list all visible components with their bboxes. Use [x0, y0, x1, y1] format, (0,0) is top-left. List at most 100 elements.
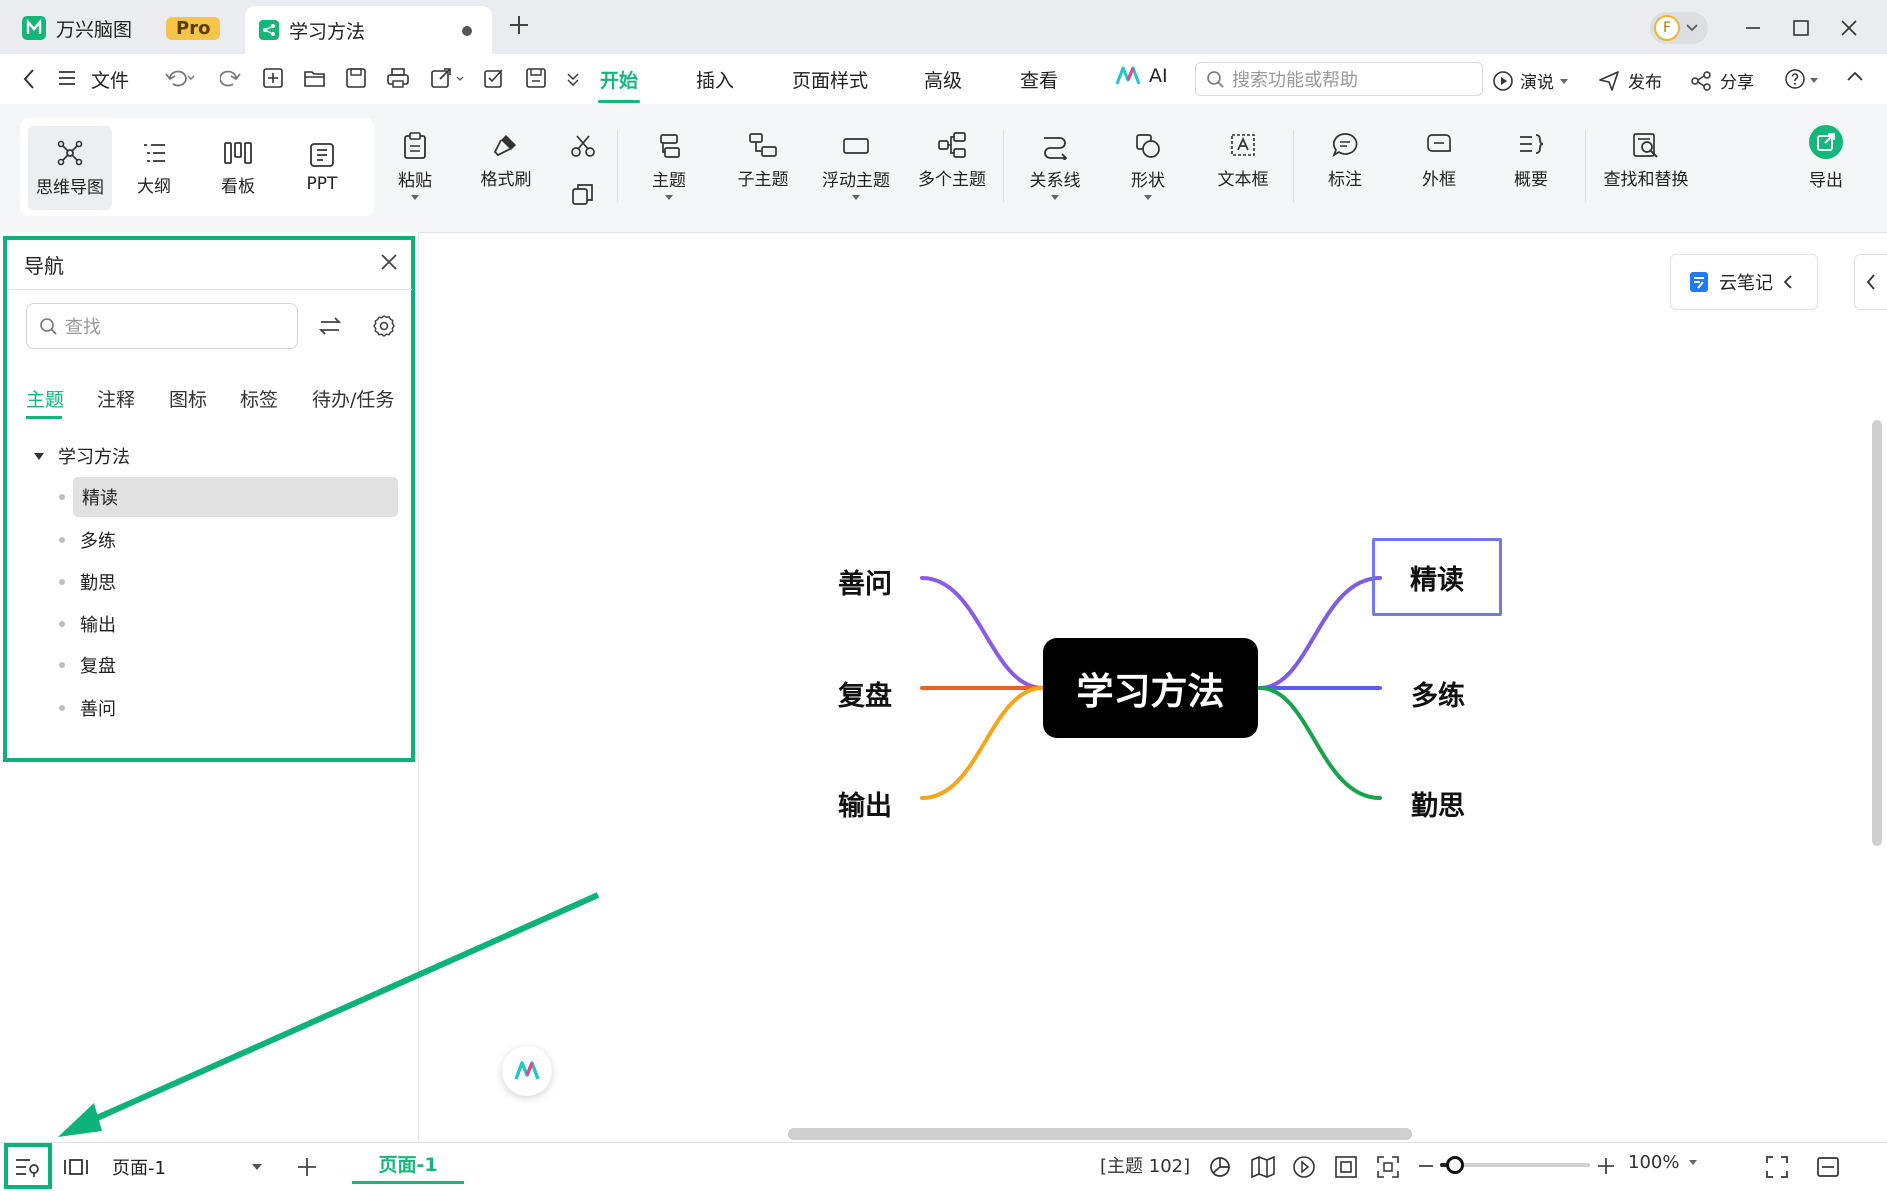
- print-icon[interactable]: [386, 67, 410, 89]
- tree-item[interactable]: 勤思: [56, 562, 398, 602]
- slides-panel-icon[interactable]: [62, 1155, 90, 1179]
- textbox-button[interactable]: 文本框: [1210, 118, 1276, 214]
- checklist-icon[interactable]: [483, 67, 505, 89]
- publish-button[interactable]: 发布: [1598, 68, 1662, 93]
- close-nav-panel-icon[interactable]: [378, 251, 400, 273]
- shape-button[interactable]: 形状: [1118, 118, 1178, 214]
- collapse-panel-icon[interactable]: [1816, 1155, 1840, 1179]
- topic-node[interactable]: 善问: [838, 562, 892, 601]
- ai-menu-button[interactable]: AI: [1115, 65, 1168, 87]
- save-icon[interactable]: [345, 67, 367, 89]
- app-tab[interactable]: 万兴脑图 Pro: [22, 8, 221, 48]
- fit-window-icon[interactable]: [1376, 1155, 1400, 1179]
- tree-item[interactable]: 精读: [59, 477, 398, 517]
- new-file-icon[interactable]: [262, 67, 284, 89]
- menu-tab-advanced[interactable]: 高级: [924, 54, 962, 104]
- pro-badge[interactable]: Pro: [166, 16, 221, 40]
- zoom-in-icon[interactable]: [1597, 1157, 1615, 1175]
- swap-icon[interactable]: [318, 314, 342, 338]
- topic-node[interactable]: 复盘: [838, 674, 892, 713]
- topic-node-selected[interactable]: 精读: [1372, 538, 1502, 616]
- nav-tab-topics[interactable]: 主题: [26, 385, 64, 412]
- map-view-icon[interactable]: [1250, 1155, 1276, 1179]
- zoom-slider[interactable]: [1440, 1156, 1590, 1174]
- theme-icon[interactable]: [1208, 1155, 1232, 1179]
- file-menu[interactable]: 文件: [91, 54, 129, 104]
- floating-topic-button[interactable]: 浮动主题: [818, 118, 894, 214]
- ai-assistant-button[interactable]: [502, 1046, 552, 1096]
- present-button[interactable]: 演说: [1492, 68, 1568, 93]
- settings-gear-icon[interactable]: [372, 314, 396, 338]
- minimize-button[interactable]: [1739, 14, 1767, 42]
- central-topic[interactable]: 学习方法: [1043, 638, 1258, 738]
- menu-icon[interactable]: [58, 69, 76, 87]
- copy-icon[interactable]: [570, 182, 596, 206]
- slideshow-play-icon[interactable]: [1292, 1155, 1316, 1179]
- callout-button[interactable]: 标注: [1316, 118, 1374, 214]
- new-tab-button[interactable]: [508, 14, 530, 36]
- export-button[interactable]: 导出: [1794, 116, 1858, 212]
- topic-node[interactable]: 多练: [1411, 674, 1465, 713]
- page-tab[interactable]: 页面-1: [352, 1146, 464, 1184]
- menu-tab-view[interactable]: 查看: [1020, 54, 1058, 104]
- menu-tab-insert[interactable]: 插入: [696, 54, 734, 104]
- close-window-button[interactable]: [1835, 14, 1863, 42]
- tree-item[interactable]: 复盘: [56, 645, 398, 685]
- feature-search-input[interactable]: 搜索功能或帮助: [1195, 62, 1483, 96]
- fit-page-icon[interactable]: [1334, 1155, 1358, 1179]
- summary-button[interactable]: 概要: [1502, 118, 1560, 214]
- zoom-out-icon[interactable]: [1418, 1164, 1434, 1168]
- add-page-icon[interactable]: [296, 1156, 318, 1178]
- more-chevron-icon[interactable]: [566, 72, 580, 86]
- nav-search-input[interactable]: 查找: [26, 303, 298, 349]
- zoom-level-dropdown[interactable]: 100%: [1628, 1152, 1698, 1173]
- horizontal-scrollbar[interactable]: [788, 1128, 1412, 1140]
- document-tab[interactable]: 学习方法: [245, 6, 492, 54]
- nav-tab-icons[interactable]: 图标: [169, 385, 207, 412]
- find-replace-button[interactable]: 查找和替换: [1598, 118, 1694, 214]
- tree-root-node[interactable]: 学习方法: [34, 443, 130, 469]
- vertical-scrollbar[interactable]: [1872, 420, 1882, 846]
- view-kanban-button[interactable]: 看板: [202, 126, 274, 210]
- format-painter-button[interactable]: 格式刷: [470, 118, 542, 214]
- help-button[interactable]: [1784, 68, 1818, 90]
- paste-button[interactable]: 粘贴: [385, 118, 445, 214]
- cut-icon[interactable]: [570, 134, 596, 158]
- fullscreen-icon[interactable]: [1765, 1155, 1789, 1179]
- page-selector[interactable]: 页面-1: [112, 1150, 262, 1184]
- tree-item[interactable]: 善问: [56, 688, 398, 728]
- menu-tab-page-style[interactable]: 页面样式: [792, 54, 868, 104]
- open-folder-icon[interactable]: [303, 67, 327, 89]
- redo-icon[interactable]: [220, 68, 242, 88]
- share-button[interactable]: 分享: [1690, 68, 1754, 93]
- cloud-note-button[interactable]: 云笔记: [1670, 254, 1818, 310]
- view-ppt-button[interactable]: PPT: [286, 126, 358, 210]
- topic-node[interactable]: 输出: [838, 784, 892, 823]
- account-avatar-button[interactable]: F: [1650, 12, 1708, 44]
- subtopic-button[interactable]: 子主题: [728, 118, 798, 214]
- nav-tab-tasks[interactable]: 待办/任务: [312, 385, 394, 412]
- menu-tab-start[interactable]: 开始: [600, 54, 638, 104]
- boundary-button[interactable]: 外框: [1410, 118, 1468, 214]
- tree-item[interactable]: 多练: [56, 520, 398, 560]
- right-panel-toggle[interactable]: [1854, 254, 1887, 310]
- caret-down-icon[interactable]: [34, 452, 44, 460]
- maximize-button[interactable]: [1787, 14, 1815, 42]
- view-mindmap-button[interactable]: 思维导图: [28, 126, 112, 210]
- relationship-button[interactable]: 关系线: [1022, 118, 1088, 214]
- collapse-ribbon-icon[interactable]: [1846, 70, 1864, 82]
- view-outline-button[interactable]: 大纲: [118, 126, 190, 210]
- topic-node[interactable]: 勤思: [1411, 784, 1465, 823]
- back-icon[interactable]: [22, 67, 36, 91]
- nav-tab-notes[interactable]: 注释: [97, 385, 135, 412]
- unsaved-dot-icon[interactable]: [462, 26, 472, 36]
- tree-item[interactable]: 输出: [56, 604, 398, 644]
- export-share-icon[interactable]: [430, 67, 466, 89]
- save-as-icon[interactable]: [525, 67, 547, 89]
- zoom-slider-handle[interactable]: [1446, 1156, 1464, 1174]
- topic-button[interactable]: 主题: [638, 118, 700, 214]
- undo-icon[interactable]: [164, 68, 194, 88]
- multiple-topics-button[interactable]: 多个主题: [912, 118, 992, 214]
- navigation-toggle-icon[interactable]: [14, 1155, 42, 1179]
- nav-tab-tags[interactable]: 标签: [240, 385, 278, 412]
